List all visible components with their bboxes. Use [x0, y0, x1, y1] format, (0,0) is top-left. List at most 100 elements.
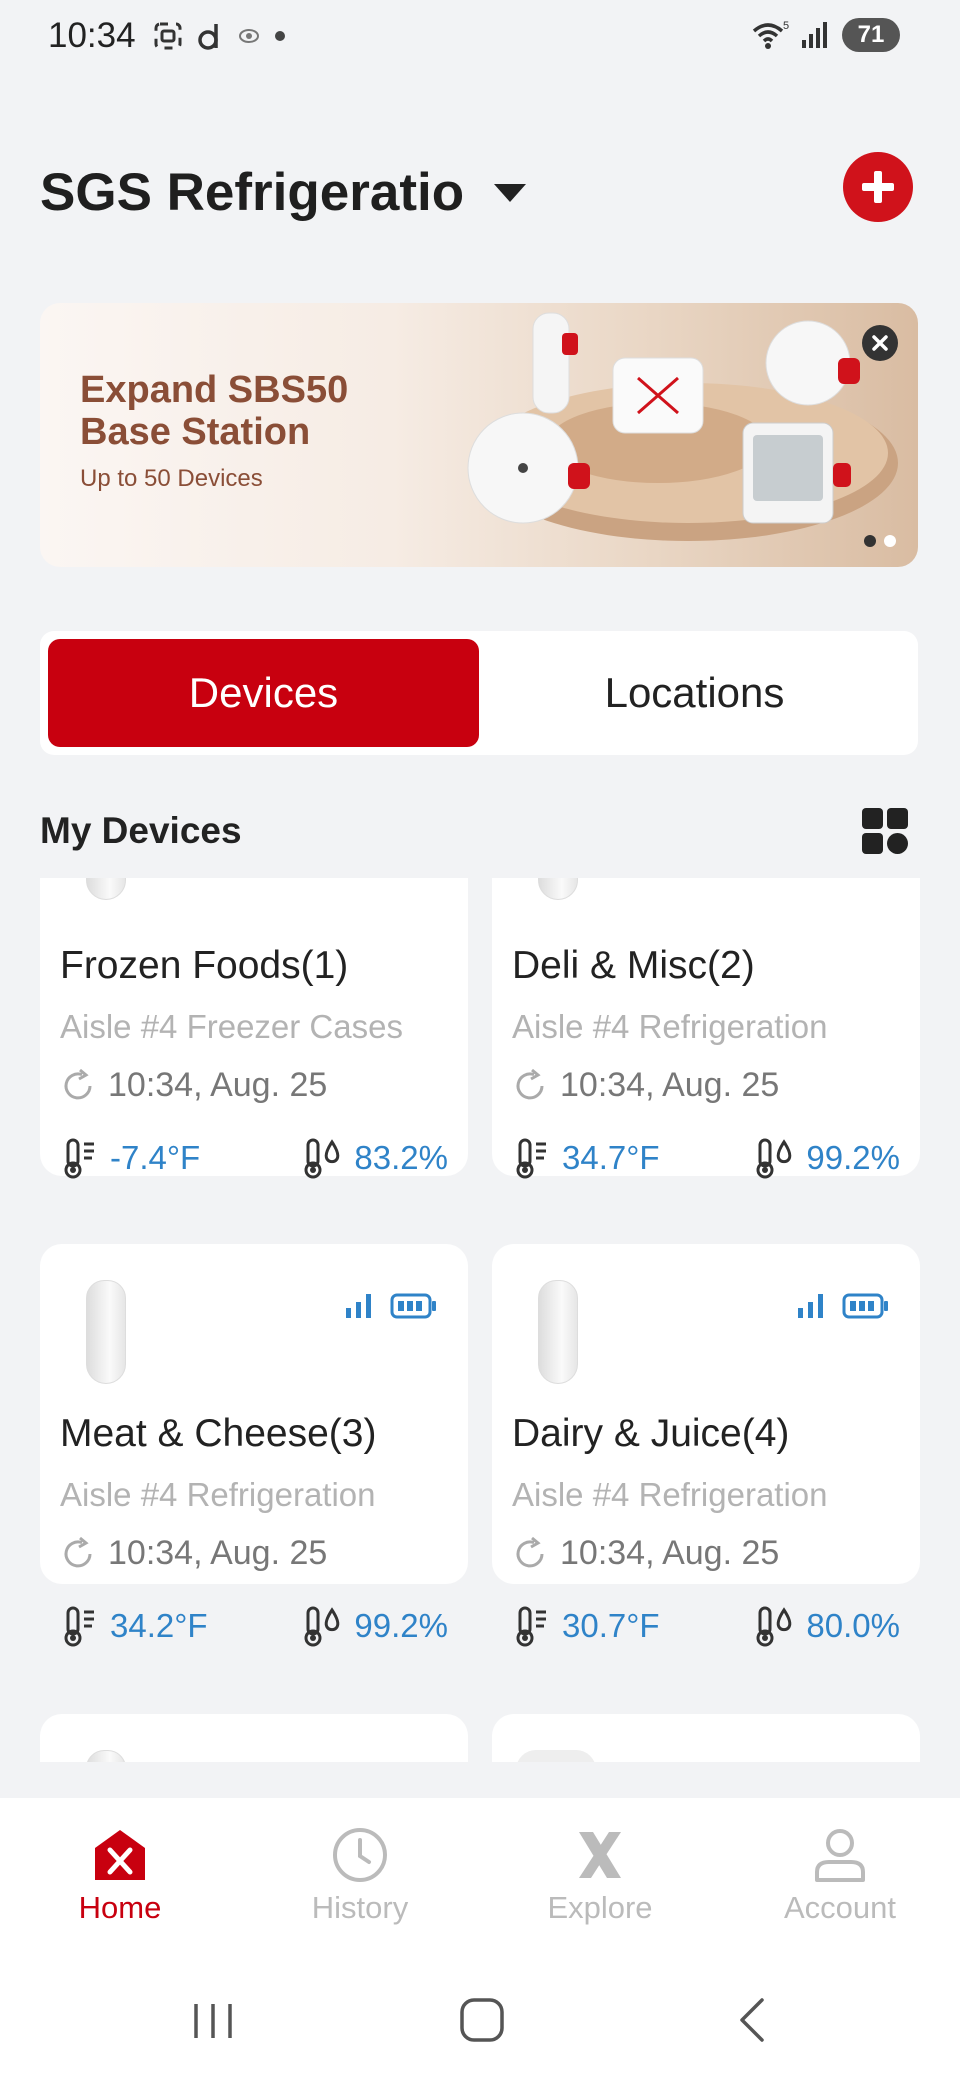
temperature-reading: -7.4°F	[60, 1136, 200, 1180]
device-location: Aisle #4 Refrigeration	[512, 1476, 828, 1513]
humidity-value: 99.2%	[354, 1607, 448, 1644]
update-time: 10:34, Aug. 25	[560, 1534, 780, 1572]
device-name: Frozen Foods(1)	[60, 944, 349, 987]
last-updated: 10:34, Aug. 25	[60, 1534, 327, 1573]
section-title: My Devices	[40, 810, 242, 851]
app-d-icon	[198, 24, 218, 50]
nav-label: History	[311, 1890, 409, 1925]
humidity-reading: 83.2%	[300, 1136, 448, 1180]
nav-home[interactable]: Home	[0, 1798, 240, 1958]
device-location: Aisle #4 Refrigeration	[512, 1008, 828, 1045]
nav-label: Explore	[547, 1890, 653, 1925]
humidity-icon	[756, 1138, 792, 1179]
humidity-icon	[304, 1138, 340, 1179]
grid-cell	[887, 808, 908, 829]
sensor-thumbnail	[538, 878, 578, 900]
humidity-icon	[756, 1606, 792, 1647]
plus-icon	[862, 171, 894, 203]
battery-icon	[842, 1293, 888, 1319]
nav-explore[interactable]: Explore	[480, 1798, 720, 1958]
device-location: Aisle #4 Freezer Cases	[60, 1008, 403, 1045]
thermometer-icon	[516, 1606, 546, 1647]
device-card[interactable]	[492, 1714, 920, 1762]
last-updated: 10:34, Aug. 25	[512, 1066, 779, 1105]
person-icon	[815, 1829, 865, 1882]
refresh-icon	[64, 1068, 92, 1099]
temperature-value: 34.2°F	[110, 1607, 208, 1644]
readings: -7.4°F 83.2%	[60, 1136, 448, 1180]
product-image	[467, 312, 898, 541]
readings: 30.7°F 80.0%	[512, 1604, 900, 1648]
back-icon[interactable]	[732, 1996, 772, 2044]
sensor-thumbnail	[86, 878, 126, 900]
tab-devices[interactable]: Devices	[48, 639, 479, 747]
device-card[interactable]: Dairy & Juice(4) Aisle #4 Refrigeration …	[492, 1244, 920, 1647]
clock-icon	[333, 1828, 387, 1882]
humidity-reading: 80.0%	[752, 1604, 900, 1648]
device-status-icons	[796, 1292, 890, 1320]
device-card[interactable]: Frozen Foods(1) Aisle #4 Freezer Cases 1…	[40, 878, 468, 1179]
banner-subtitle: Up to 50 Devices	[80, 465, 263, 492]
banner-pagination	[864, 535, 896, 547]
humidity-value: 80.0%	[806, 1607, 900, 1644]
readings: 34.7°F 99.2%	[512, 1136, 900, 1180]
device-card[interactable]: Deli & Misc(2) Aisle #4 Refrigeration 10…	[492, 878, 920, 1179]
temperature-reading: 34.7°F	[512, 1136, 660, 1180]
device-status-icons	[344, 1292, 438, 1320]
sensor-thumbnail	[86, 1280, 126, 1384]
banner-title: Expand SBS50 Base Station	[80, 369, 349, 453]
signal-icon	[802, 22, 827, 48]
nav-history[interactable]: History	[240, 1798, 480, 1958]
sensor-thumbnail	[86, 1750, 126, 1762]
notification-icons	[152, 20, 286, 52]
thermometer-icon	[64, 1606, 94, 1647]
sensor-thumbnail	[538, 1280, 578, 1384]
add-device-button[interactable]	[843, 152, 913, 222]
temperature-value: -7.4°F	[110, 1139, 201, 1176]
bottom-nav: Home History Explore Account	[0, 1798, 960, 1958]
device-card[interactable]: Meat & Cheese(3) Aisle #4 Refrigeration …	[40, 1244, 468, 1647]
temperature-value: 30.7°F	[562, 1607, 660, 1644]
thermometer-icon	[64, 1138, 94, 1179]
signal-strength-icon	[798, 1294, 823, 1318]
screenshot-icon	[154, 22, 182, 50]
close-icon	[872, 335, 888, 351]
pagination-dot	[864, 535, 876, 547]
device-location: Aisle #4 Refrigeration	[60, 1476, 376, 1513]
refresh-icon	[516, 1068, 544, 1099]
humidity-reading: 99.2%	[752, 1136, 900, 1180]
promo-banner[interactable]: Expand SBS50 Base Station Up to 50 Devic…	[40, 303, 918, 567]
last-updated: 10:34, Aug. 25	[60, 1066, 327, 1105]
device-list[interactable]: Frozen Foods(1) Aisle #4 Freezer Cases 1…	[0, 878, 960, 1762]
signal-strength-icon	[346, 1294, 371, 1318]
nav-label: Home	[78, 1890, 162, 1925]
grid-cell	[862, 808, 883, 829]
device-name: Dairy & Juice(4)	[512, 1412, 790, 1455]
chevron-down-icon	[494, 183, 527, 202]
grid-view-icon[interactable]	[862, 808, 908, 854]
device-card[interactable]	[40, 1714, 468, 1762]
wifi-icon: 5	[752, 20, 789, 49]
readings: 34.2°F 99.2%	[60, 1604, 448, 1648]
home-button-icon[interactable]	[458, 1996, 506, 2044]
device-name: Deli & Misc(2)	[512, 944, 755, 987]
refresh-icon	[516, 1536, 544, 1567]
status-bar: 10:34 5 71	[0, 0, 960, 80]
view-tabs: Devices Locations	[40, 631, 918, 755]
humidity-reading: 99.2%	[300, 1604, 448, 1648]
system-nav-bar	[0, 1958, 960, 2081]
update-time: 10:34, Aug. 25	[560, 1066, 780, 1104]
eye-icon	[239, 29, 259, 43]
battery-indicator: 71	[842, 18, 900, 52]
close-banner-button[interactable]	[862, 325, 898, 361]
temperature-value: 34.7°F	[562, 1139, 660, 1176]
dot-icon	[275, 31, 285, 41]
tab-locations[interactable]: Locations	[479, 639, 910, 747]
site-selector[interactable]: SGS Refrigeratio	[40, 162, 527, 223]
humidity-value: 83.2%	[354, 1139, 448, 1176]
temperature-reading: 30.7°F	[512, 1604, 660, 1648]
nav-account[interactable]: Account	[720, 1798, 960, 1958]
refresh-icon	[64, 1536, 92, 1567]
last-updated: 10:34, Aug. 25	[512, 1534, 779, 1573]
recent-apps-icon[interactable]	[190, 1998, 236, 2044]
